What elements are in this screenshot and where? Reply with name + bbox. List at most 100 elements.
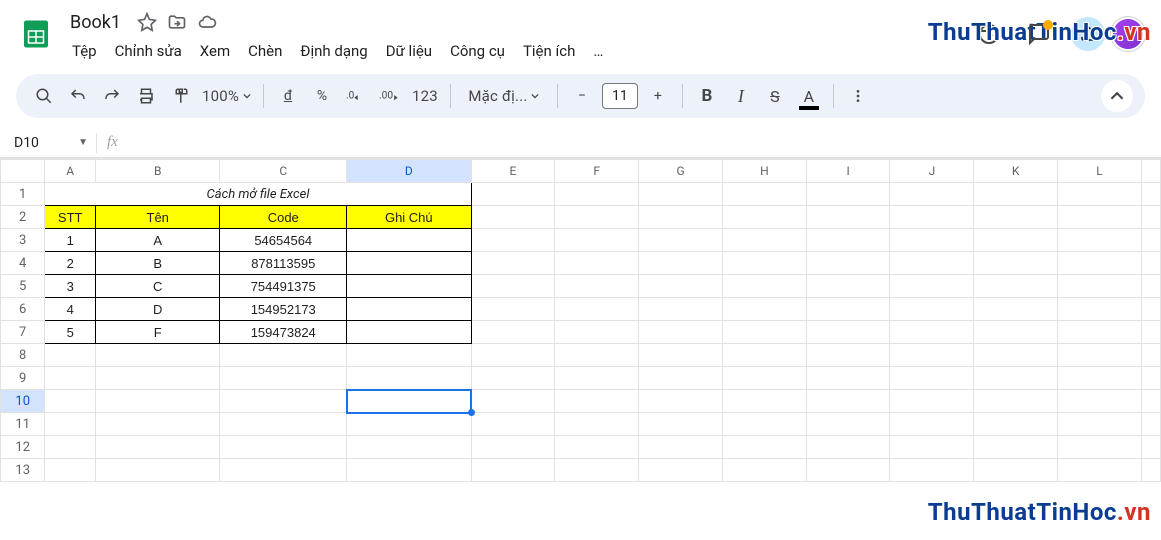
cell-B9[interactable] [96,367,220,390]
cell-K4[interactable] [974,252,1058,275]
col-header-F[interactable]: F [555,160,639,183]
cell-B4[interactable]: B [96,252,220,275]
cell-E10[interactable] [471,390,555,413]
cell-K2[interactable] [974,206,1058,229]
cell-F5[interactable] [555,275,639,298]
cell-J2[interactable] [890,206,974,229]
cell-G13[interactable] [639,459,723,482]
cell-H2[interactable] [722,206,806,229]
star-icon[interactable] [137,12,157,32]
italic-button[interactable]: I [725,80,757,112]
cell-I1[interactable] [806,183,890,206]
row-header-6[interactable]: 6 [1,298,45,321]
cell-B2[interactable]: Tên [96,206,220,229]
cell-K12[interactable] [974,436,1058,459]
col-header-C[interactable]: C [220,160,347,183]
menu-view[interactable]: Xem [192,38,238,64]
cell-J5[interactable] [890,275,974,298]
menu-data[interactable]: Dữ liệu [378,38,440,64]
font-size-increase[interactable]: + [642,80,674,112]
col-header-K[interactable]: K [974,160,1058,183]
cell-K5[interactable] [974,275,1058,298]
cell-C3[interactable]: 54654564 [220,229,347,252]
cell-B13[interactable] [96,459,220,482]
cell-A6[interactable]: 4 [45,298,96,321]
strikethrough-button[interactable]: S [759,80,791,112]
cell-L13[interactable] [1058,459,1142,482]
cell-C10[interactable] [220,390,347,413]
cell-A3[interactable]: 1 [45,229,96,252]
cell-G9[interactable] [639,367,723,390]
cell-D12[interactable] [347,436,471,459]
cell-A4[interactable]: 2 [45,252,96,275]
cell-D9[interactable] [347,367,471,390]
spreadsheet-grid[interactable]: ABCDEFGHIJKL1Cách mở file Excel2STTTênCo… [0,159,1161,482]
cell-D13[interactable] [347,459,471,482]
cell-J3[interactable] [890,229,974,252]
col-header-E[interactable]: E [471,160,555,183]
cell-F2[interactable] [555,206,639,229]
cell-C8[interactable] [220,344,347,367]
cell-H5[interactable] [722,275,806,298]
cell-I11[interactable] [806,413,890,436]
cell-E13[interactable] [471,459,555,482]
cell-L9[interactable] [1058,367,1142,390]
cell-L4[interactable] [1058,252,1142,275]
cell-C4[interactable]: 878113595 [220,252,347,275]
currency-button[interactable]: đ [272,80,304,112]
cell-F8[interactable] [555,344,639,367]
cell-D11[interactable] [347,413,471,436]
cell-A10[interactable] [45,390,96,413]
cell-J10[interactable] [890,390,974,413]
cell-J11[interactable] [890,413,974,436]
row-header-2[interactable]: 2 [1,206,45,229]
row-header-13[interactable]: 13 [1,459,45,482]
cell-G3[interactable] [639,229,723,252]
print-icon[interactable] [130,80,162,112]
cell-H7[interactable] [722,321,806,344]
row-header-1[interactable]: 1 [1,183,45,206]
doc-title[interactable]: Book1 [64,10,127,35]
cell-L2[interactable] [1058,206,1142,229]
cell-A11[interactable] [45,413,96,436]
cell-J4[interactable] [890,252,974,275]
cell-I7[interactable] [806,321,890,344]
cell-C2[interactable]: Code [220,206,347,229]
row-header-4[interactable]: 4 [1,252,45,275]
cell-F12[interactable] [555,436,639,459]
cell-I13[interactable] [806,459,890,482]
cell-G11[interactable] [639,413,723,436]
cell-J7[interactable] [890,321,974,344]
cell-K3[interactable] [974,229,1058,252]
cell-J6[interactable] [890,298,974,321]
cell-G5[interactable] [639,275,723,298]
cell-G10[interactable] [639,390,723,413]
row-header-7[interactable]: 7 [1,321,45,344]
cell-F13[interactable] [555,459,639,482]
col-header-J[interactable]: J [890,160,974,183]
cell-E9[interactable] [471,367,555,390]
paint-format-icon[interactable] [164,80,196,112]
cell-F9[interactable] [555,367,639,390]
cell-D4[interactable] [347,252,471,275]
cell-E5[interactable] [471,275,555,298]
font-dropdown[interactable]: Mặc đị... [459,80,549,112]
cell-C7[interactable]: 159473824 [220,321,347,344]
cell-E1[interactable] [471,183,555,206]
cell-A2[interactable]: STT [45,206,96,229]
cell-B6[interactable]: D [96,298,220,321]
row-header-9[interactable]: 9 [1,367,45,390]
cell-I2[interactable] [806,206,890,229]
row-header-5[interactable]: 5 [1,275,45,298]
zoom-dropdown[interactable]: 100% [198,80,255,112]
cell-C12[interactable] [220,436,347,459]
cell-L5[interactable] [1058,275,1142,298]
cell-L1[interactable] [1058,183,1142,206]
cell-D10[interactable] [347,390,471,413]
cell-H9[interactable] [722,367,806,390]
cell-I12[interactable] [806,436,890,459]
cell-B7[interactable]: F [96,321,220,344]
row-header-12[interactable]: 12 [1,436,45,459]
redo-icon[interactable] [96,80,128,112]
cell-L12[interactable] [1058,436,1142,459]
